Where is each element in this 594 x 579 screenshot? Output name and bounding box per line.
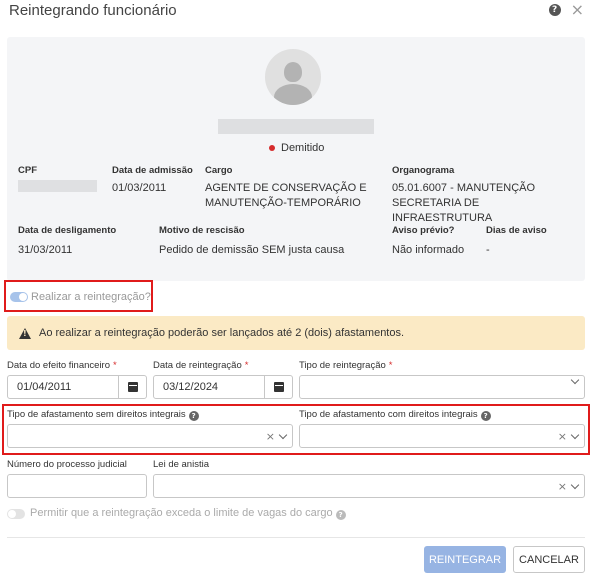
notice-value: Não informado	[392, 244, 465, 256]
reintegration-toggle[interactable]	[10, 292, 28, 302]
org-chart-label: Organograma	[392, 165, 455, 176]
leave-without-label: Tipo de afastamento sem direitos integra…	[7, 409, 199, 421]
clear-icon[interactable]: ×	[558, 430, 567, 443]
permit-exceed-toggle[interactable]	[7, 509, 25, 519]
reintegration-toggle-highlight: Realizar a reintegração?	[4, 280, 153, 312]
help-icon[interactable]: ?	[548, 4, 561, 16]
termination-date-value: 31/03/2011	[18, 244, 73, 256]
cancel-button[interactable]: CANCELAR	[513, 546, 585, 573]
role-label: Cargo	[205, 165, 233, 176]
reint-date-label: Data de reintegração *	[153, 360, 249, 371]
calendar-icon	[273, 382, 284, 392]
notice-days-value: -	[486, 244, 490, 256]
clear-icon[interactable]: ×	[558, 480, 567, 493]
reint-date-field[interactable]: 03/12/2024	[153, 375, 293, 399]
financial-date-field[interactable]: 01/04/2011	[7, 375, 147, 399]
chevron-down-icon	[570, 480, 580, 489]
notice-label: Aviso prévio?	[392, 225, 455, 236]
help-icon[interactable]: ?	[188, 411, 199, 421]
org-chart-value: 05.01.6007 - MANUTENÇÃO SECRETARIA DE IN…	[392, 182, 536, 224]
process-number-input[interactable]	[7, 474, 147, 498]
warning-icon	[19, 327, 31, 339]
employee-name-redacted	[218, 119, 374, 134]
reint-type-label: Tipo de reintegração *	[299, 360, 393, 371]
alert-text: Ao realizar a reintegração poderão ser l…	[39, 327, 405, 339]
calendar-button[interactable]	[264, 376, 292, 398]
avatar	[265, 49, 321, 105]
dialog-title: Reintegrando funcionário	[9, 2, 177, 19]
process-number-label: Número do processo judicial	[7, 459, 127, 470]
cpf-value-redacted	[18, 180, 97, 192]
chevron-down-icon	[570, 375, 580, 385]
leave-with-label: Tipo de afastamento com direitos integra…	[299, 409, 491, 421]
calendar-icon	[127, 382, 138, 392]
leave-without-select[interactable]: ×	[7, 424, 293, 448]
chevron-down-icon	[570, 430, 580, 439]
reintegration-toggle-label: Realizar a reintegração?	[31, 291, 151, 303]
alert-banner: Ao realizar a reintegração poderão ser l…	[7, 316, 585, 350]
calendar-button[interactable]	[118, 376, 146, 398]
termination-date-label: Data de desligamento	[18, 225, 117, 236]
clear-icon[interactable]: ×	[266, 430, 275, 443]
status-dot-icon	[269, 145, 275, 151]
cpf-label: CPF	[18, 165, 37, 176]
help-icon[interactable]: ?	[480, 411, 491, 421]
role-value: AGENTE DE CONSERVAÇÃO E MANUTENÇÃO-TEMPO…	[205, 182, 367, 209]
amnesty-law-label: Lei de anistia	[153, 459, 209, 470]
admission-value: 01/03/2011	[112, 182, 167, 194]
help-icon[interactable]: ?	[335, 510, 346, 520]
reintegrate-button[interactable]: REINTEGRAR	[424, 546, 506, 573]
close-icon[interactable]: ×	[571, 2, 584, 18]
financial-date-label: Data do efeito financeiro *	[7, 360, 117, 371]
chevron-down-icon	[278, 430, 288, 439]
employee-card: Demitido CPF Data de admissão 01/03/2011…	[7, 37, 585, 281]
amnesty-law-select[interactable]: ×	[153, 474, 585, 498]
footer-divider	[7, 537, 585, 538]
status-badge: Demitido	[269, 142, 324, 154]
admission-label: Data de admissão	[112, 165, 193, 176]
reint-type-select[interactable]	[299, 375, 585, 399]
termination-reason-value: Pedido de demissão SEM justa causa	[159, 244, 345, 256]
notice-days-label: Dias de aviso	[486, 225, 547, 236]
leave-with-select[interactable]: ×	[299, 424, 585, 448]
termination-reason-label: Motivo de rescisão	[159, 225, 245, 236]
permit-exceed-label: Permitir que a reintegração exceda o lim…	[30, 507, 346, 520]
